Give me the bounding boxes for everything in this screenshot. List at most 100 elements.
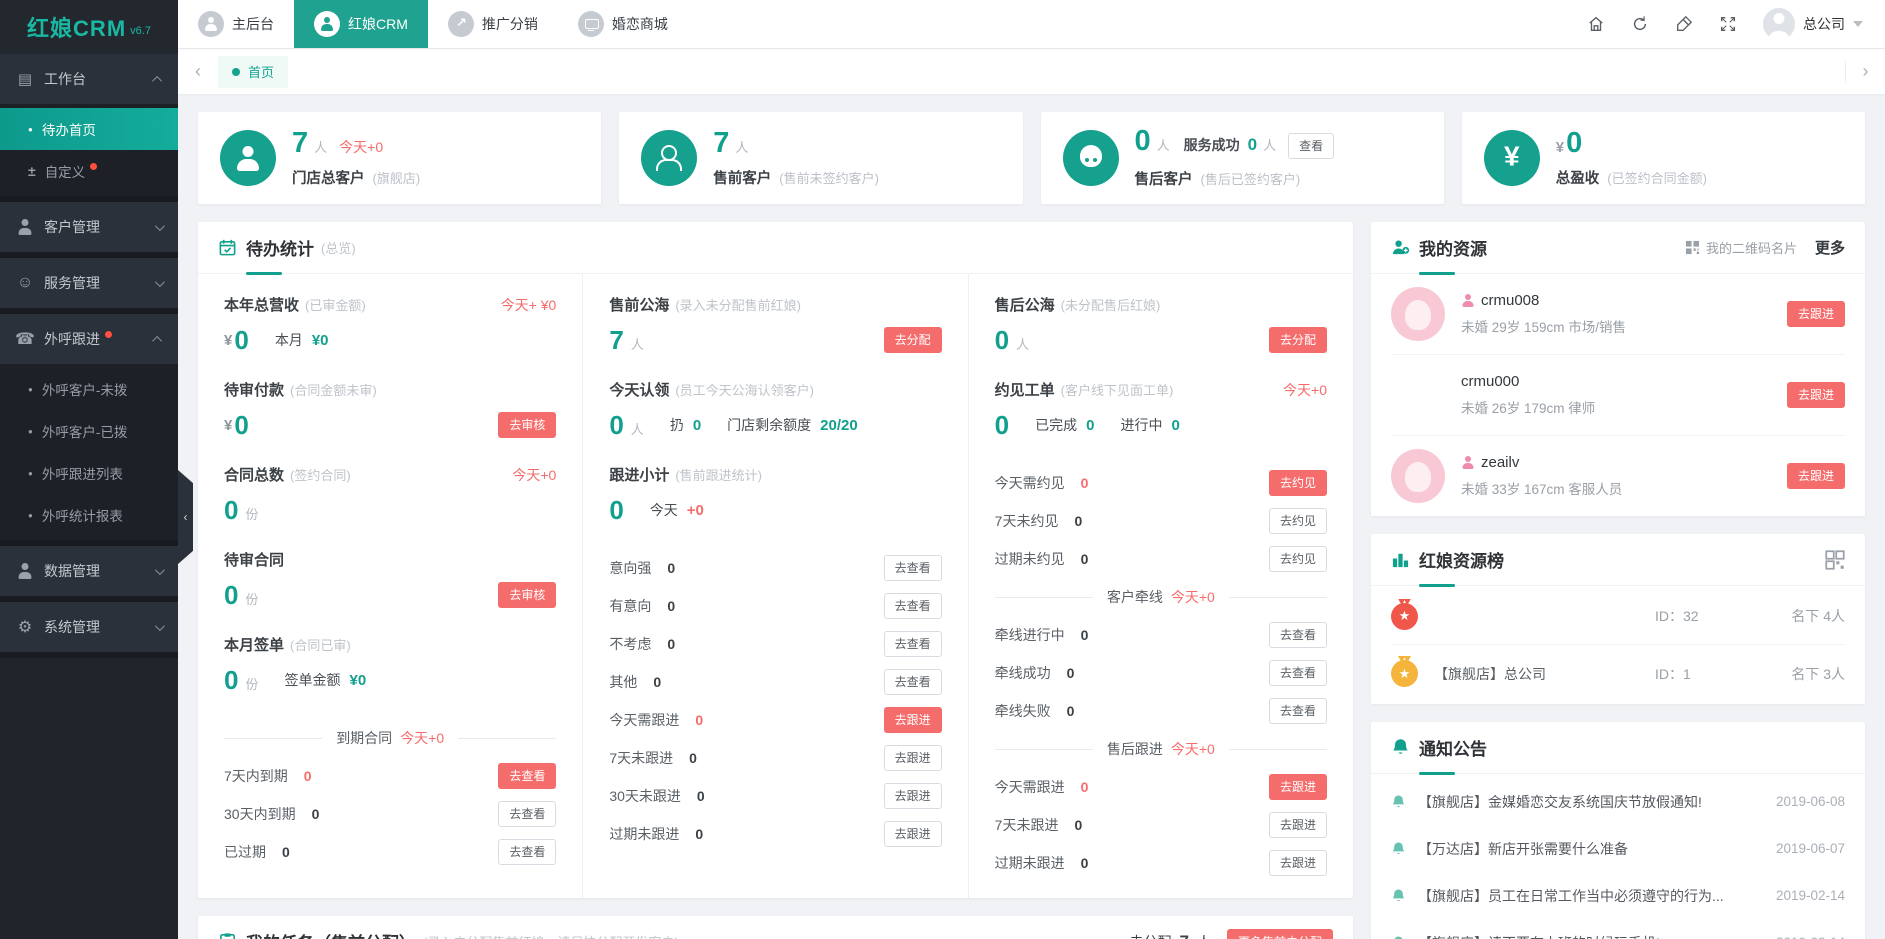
title-underline: [246, 272, 282, 275]
todo-row-label: 牵线失败: [995, 701, 1051, 721]
chevron-icon: [155, 277, 165, 287]
fullscreen-icon[interactable]: [1719, 15, 1737, 33]
sidebar-subitem[interactable]: ± 自定义: [0, 150, 178, 192]
stat-block-extras: 已完成 0 进行中 0: [1009, 415, 1180, 435]
top-nav-tab-label: 主后台: [232, 14, 274, 34]
sidebar-subitem[interactable]: ● 外呼跟进列表: [0, 452, 178, 494]
stat-block-note: (未分配售后红娘): [1061, 295, 1161, 314]
resources-more-link[interactable]: 更多: [1815, 237, 1845, 258]
rank-qr-button[interactable]: [1825, 550, 1845, 570]
sidebar-subitem[interactable]: ● 待办首页: [0, 108, 178, 150]
my-qr-card-link[interactable]: 我的二维码名片: [1685, 238, 1797, 257]
stat-card-value: 0: [1135, 127, 1151, 156]
todo-row: 7天未跟进 0 去跟进: [609, 739, 941, 777]
user-menu[interactable]: 总公司: [1763, 8, 1863, 40]
notice-item[interactable]: 【旗舰店】员工在日常工作当中必须遵守的行为... 2019-02-14: [1391, 872, 1845, 919]
follow-up-button[interactable]: 去跟进: [1787, 382, 1845, 408]
sidebar-item[interactable]: 服务管理: [0, 258, 178, 308]
todo-row: 今天需跟进 0 去跟进: [995, 768, 1327, 806]
top-nav-tab[interactable]: 主后台: [178, 0, 294, 48]
todo-row: 过期未跟进 0 去跟进: [609, 815, 941, 853]
follow-up-button[interactable]: 去跟进: [1787, 301, 1845, 327]
sidebar-item[interactable]: 工作台: [0, 54, 178, 104]
resource-name: zeailv: [1481, 454, 1519, 471]
action-button[interactable]: 去查看: [884, 555, 942, 581]
tabbar-right-arrow[interactable]: ›: [1845, 61, 1885, 82]
stat-block: 跟进小计 (售前跟进统计) 0: [609, 464, 941, 525]
action-button[interactable]: 去跟进: [884, 707, 942, 733]
action-button[interactable]: 去跟进: [884, 821, 942, 847]
top-nav-tab[interactable]: 推广分销: [428, 0, 558, 48]
sidebar-item[interactable]: 客户管理: [0, 202, 178, 252]
page-tab-home[interactable]: 首页: [218, 56, 288, 88]
notice-item[interactable]: 【旗舰店】金媒婚恋交友系统国庆节放假通知! 2019-06-08: [1391, 778, 1845, 825]
more-unassigned-button[interactable]: 更多售前未分配: [1227, 929, 1333, 939]
action-button[interactable]: 去跟进: [1269, 812, 1327, 838]
top-nav-tab-label: 推广分销: [482, 14, 538, 34]
notice-title: 【旗舰店】金媒婚恋交友系统国庆节放假通知!: [1418, 792, 1764, 812]
todo-row-value: 0: [282, 844, 290, 860]
action-button[interactable]: 去跟进: [884, 783, 942, 809]
right-column: 我的资源 我的二维码名片 更多: [1371, 222, 1865, 939]
action-button[interactable]: 去约见: [1269, 508, 1327, 534]
action-button[interactable]: 去查看: [884, 631, 942, 657]
sidebar-item-icon: [16, 70, 34, 88]
action-button[interactable]: 去跟进: [1269, 774, 1327, 800]
action-button[interactable]: 去约见: [1269, 470, 1327, 496]
stat-block-note: (客户线下见面工单): [1061, 380, 1174, 399]
stat-block-unit: 份: [245, 504, 258, 523]
todo-row: 已过期 0 去查看: [224, 833, 556, 871]
todo-row-label: 有意向: [609, 596, 651, 616]
action-button[interactable]: 去查看: [1269, 622, 1327, 648]
calendar-check-icon: [218, 238, 237, 257]
action-button[interactable]: 去查看: [884, 593, 942, 619]
resource-item: zeailv 未婚 33岁 167cm 客服人员 去跟进: [1391, 436, 1845, 516]
action-button[interactable]: 去分配: [1269, 327, 1327, 353]
action-button[interactable]: 去约见: [1269, 546, 1327, 572]
sidebar-subitem[interactable]: ● 外呼客户-已拨: [0, 410, 178, 452]
sidebar-item[interactable]: 数据管理: [0, 546, 178, 596]
stat-block: 今天认领 (员工今天公海认领客户) 0: [609, 379, 941, 440]
top-nav-tab[interactable]: 红娘CRM: [294, 0, 428, 48]
action-button[interactable]: 去查看: [498, 801, 556, 827]
tabbar-left-arrow[interactable]: ‹: [178, 61, 218, 82]
sidebar-item-icon: [16, 218, 34, 236]
action-button[interactable]: 去跟进: [1269, 850, 1327, 876]
view-button[interactable]: 查看: [1288, 133, 1334, 159]
title-underline: [1419, 772, 1455, 775]
sidebar-collapse-handle[interactable]: ‹: [178, 470, 193, 564]
action-button[interactable]: 去审核: [498, 412, 556, 438]
notice-item[interactable]: 【旗舰店】请不要在上班的时候玩手机! 2019-02-14: [1391, 919, 1845, 939]
panel-title: 我的任务（售前分配）: [246, 929, 416, 939]
refresh-icon[interactable]: [1631, 15, 1649, 33]
todo-row: 牵线进行中 0 去查看: [995, 616, 1327, 654]
todo-row: 过期未跟进 0 去跟进: [995, 844, 1327, 882]
panel-subtitle: (录入未分配售前红娘，请尽快分配开发客户): [423, 932, 679, 939]
action-button[interactable]: 去跟进: [884, 745, 942, 771]
home-icon[interactable]: [1587, 15, 1605, 33]
follow-up-button[interactable]: 去跟进: [1787, 463, 1845, 489]
sidebar-subitem[interactable]: ● 外呼客户-未拨: [0, 368, 178, 410]
action-button[interactable]: 去查看: [498, 839, 556, 865]
resource-name: crmu008: [1481, 292, 1539, 309]
app-name: 红娘CRM: [27, 11, 126, 43]
tasks-panel-header: 我的任务（售前分配） (录入未分配售前红娘，请尽快分配开发客户) 未分配 7 人…: [198, 916, 1353, 939]
top-nav-tab[interactable]: 婚恋商城: [558, 0, 688, 48]
sidebar-item[interactable]: 外呼跟进: [0, 314, 178, 364]
stat-block-note: (录入未分配售前红娘): [675, 295, 801, 314]
action-button[interactable]: 去查看: [884, 669, 942, 695]
todo-row-label: 7天内到期: [224, 766, 288, 786]
action-button[interactable]: 去查看: [1269, 698, 1327, 724]
action-button[interactable]: 去查看: [1269, 660, 1327, 686]
admin-icon: [198, 11, 224, 37]
notice-item[interactable]: 【万达店】新店开张需要什么准备 2019-06-07: [1391, 825, 1845, 872]
todo-row-label: 已过期: [224, 842, 266, 862]
sidebar-subitem[interactable]: ● 外呼统计报表: [0, 494, 178, 536]
panel-subtitle: (总览): [321, 238, 356, 257]
action-button[interactable]: 去审核: [498, 582, 556, 608]
action-button[interactable]: 去查看: [498, 763, 556, 789]
theme-brush-icon[interactable]: [1675, 15, 1693, 33]
action-button[interactable]: 去分配: [884, 327, 942, 353]
sidebar-item[interactable]: 系统管理: [0, 602, 178, 652]
section-divider: 到期合同 今天+0: [224, 719, 556, 757]
